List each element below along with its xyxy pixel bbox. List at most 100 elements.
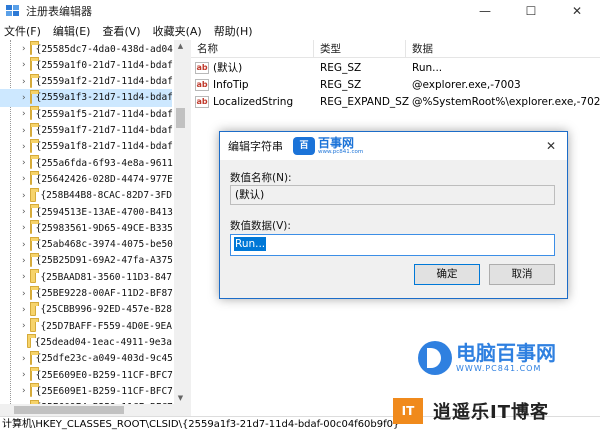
tree-item[interactable]: › {2559a1f5-21d7-11d4-bdaf — [0, 105, 173, 123]
expand-chevron-icon[interactable]: › — [22, 240, 26, 250]
value-row[interactable]: ab InfoTip REG_SZ @explorer.exe,-7003 — [191, 76, 600, 93]
menu-file[interactable]: 文件(F) — [4, 23, 41, 39]
value-data-selected-text[interactable]: Run... — [234, 237, 267, 251]
maximize-button[interactable]: ☐ — [508, 0, 554, 22]
folder-icon — [29, 73, 39, 88]
registry-editor-icon — [6, 5, 20, 17]
edit-string-dialog: 编辑字符串 百 百事网 www.pc841.com ✕ 数值名称(N): (默认… — [219, 131, 568, 299]
tree-item[interactable]: › {258B44B8-8CAC-82D7-3FD — [0, 187, 172, 205]
scroll-down-icon[interactable]: ▼ — [174, 392, 187, 404]
watermark-it-icon: IT — [393, 398, 423, 424]
tree-vertical-scrollbar[interactable]: ▲ ▼ — [174, 40, 187, 404]
expand-chevron-icon[interactable]: › — [22, 370, 26, 380]
tree-scroll-thumb[interactable] — [176, 108, 185, 128]
tree-hscroll-thumb[interactable] — [14, 406, 124, 414]
column-header-data[interactable]: 数据 — [406, 40, 600, 57]
title-bar: 注册表编辑器 — ☐ ✕ — [0, 0, 600, 22]
expand-chevron-icon[interactable]: › — [22, 272, 26, 282]
tree-horizontal-scrollbar[interactable] — [0, 404, 187, 416]
watermark-url: WWW.PC841.COM — [456, 364, 542, 373]
tree-item-label: {25983561-9D65-49CE-B335 — [35, 222, 173, 234]
folder-icon — [29, 301, 39, 316]
string-value-icon: ab — [195, 78, 209, 91]
expand-chevron-icon[interactable]: › — [22, 93, 26, 103]
tree-item[interactable]: › {25585dc7-4da0-438d-ad04 — [0, 40, 173, 58]
tree-item[interactable]: › {25E609E0-B259-11CF-BFC7 — [0, 366, 173, 384]
watermark-pc841: 电脑百事网 WWW.PC841.COM — [418, 341, 556, 375]
ok-button[interactable]: 确定 — [414, 264, 480, 285]
dialog-title-bar: 编辑字符串 百 百事网 www.pc841.com ✕ — [220, 132, 567, 160]
value-name-cell: ab InfoTip — [191, 78, 314, 91]
tree-item[interactable]: › {2559a1f2-21d7-11d4-bdaf — [0, 73, 173, 91]
tree-item[interactable]: › {25983561-9D65-49CE-B335 — [0, 219, 173, 237]
tree-item[interactable]: › {25B25D91-69A2-47fa-A375 — [0, 252, 173, 270]
dialog-close-button[interactable]: ✕ — [543, 138, 559, 154]
tree-item[interactable]: › {2559a1f3-21d7-11d4-bdaf — [0, 88, 173, 107]
expand-chevron-icon[interactable]: › — [22, 256, 26, 266]
expand-chevron-icon[interactable]: › — [22, 305, 26, 315]
folder-icon — [29, 269, 39, 284]
menu-help[interactable]: 帮助(H) — [214, 23, 253, 39]
tree-item[interactable]: › {25D7BAFF-F559-4D0E-9EA — [0, 317, 172, 335]
tree-item[interactable]: › {25CBB996-92ED-457e-B28 — [0, 301, 172, 319]
expand-chevron-icon[interactable]: › — [22, 321, 26, 331]
menu-favorites[interactable]: 收藏夹(A) — [153, 23, 202, 39]
tree-item[interactable]: › {25E609E1-B259-11CF-BFC7 — [0, 382, 173, 400]
expand-chevron-icon[interactable]: › — [22, 174, 26, 184]
value-name-cell: ab LocalizedString — [191, 95, 314, 108]
expand-chevron-icon[interactable]: › — [22, 289, 26, 299]
tree-item-label: {2559a1f5-21d7-11d4-bdaf — [35, 108, 173, 120]
expand-chevron-icon[interactable]: › — [22, 44, 26, 54]
string-value-icon: ab — [195, 61, 209, 74]
tree-item-label: {2559a1f2-21d7-11d4-bdaf — [35, 76, 173, 88]
key-tree[interactable]: › {25585dc7-4da0-438d-ad04 › {2559a1f0-21d7… — [0, 40, 187, 404]
folder-icon — [29, 41, 39, 55]
menu-edit[interactable]: 编辑(E) — [53, 23, 91, 39]
expand-chevron-icon[interactable]: › — [22, 60, 26, 70]
dialog-title: 编辑字符串 — [228, 140, 283, 153]
tree-item[interactable]: › {2559a1f8-21d7-11d4-bdaf — [0, 138, 173, 156]
tree-item-label: {25ab468c-3974-4075-be50 — [35, 239, 173, 251]
tree-item[interactable]: › {25BAAD81-3560-11D3-847 — [0, 268, 172, 286]
tree-item[interactable]: › {25BE9228-00AF-11D2-BF87 — [0, 285, 173, 303]
tree-item[interactable]: › {2559a1f0-21d7-11d4-bdaf — [0, 56, 173, 74]
scroll-up-icon[interactable]: ▲ — [174, 40, 187, 52]
value-data-input[interactable]: Run... — [230, 234, 555, 256]
expand-chevron-icon[interactable]: › — [22, 109, 26, 119]
expand-chevron-icon[interactable]: › — [22, 158, 26, 168]
expand-chevron-icon[interactable]: › — [22, 354, 26, 364]
folder-icon — [29, 383, 39, 398]
value-row[interactable]: ab (默认) REG_SZ Run... — [191, 59, 600, 76]
tree-item[interactable]: › {2559a1f7-21d7-11d4-bdaf — [0, 122, 173, 140]
tree-item[interactable]: › {2594513E-13AE-4700-B413 — [0, 203, 173, 221]
tree-item[interactable]: › {25dfe23c-a049-403d-9c45- — [0, 350, 179, 368]
value-data-cell: @%SystemRoot%\explorer.exe,-7023 — [412, 95, 600, 108]
cancel-button[interactable]: 取消 — [489, 264, 555, 285]
watermark-blog-text: 逍遥乐IT博客 — [433, 402, 549, 423]
menu-bar: 文件(F) 编辑(E) 查看(V) 收藏夹(A) 帮助(H) — [0, 22, 600, 39]
close-window-button[interactable]: ✕ — [554, 0, 600, 22]
string-value-icon: ab — [195, 95, 209, 108]
tree-item[interactable]: {25dead04-1eac-4911-9e3a — [0, 333, 172, 351]
expand-chevron-icon[interactable]: › — [22, 77, 26, 87]
menu-view[interactable]: 查看(V) — [102, 23, 140, 39]
expand-chevron-icon[interactable]: › — [22, 142, 26, 152]
value-data-cell: Run... — [412, 61, 443, 74]
expand-chevron-icon[interactable]: › — [22, 126, 26, 136]
value-row[interactable]: ab LocalizedString REG_EXPAND_SZ @%SystemRo… — [191, 93, 600, 110]
folder-icon — [29, 187, 39, 202]
watermark-blog: IT 逍遥乐IT博客 — [393, 398, 549, 424]
folder-icon — [29, 220, 39, 235]
column-header-type[interactable]: 类型 — [314, 40, 406, 57]
expand-chevron-icon[interactable]: › — [22, 386, 26, 396]
folder-icon — [29, 367, 39, 381]
tree-item[interactable]: › {25ab468c-3974-4075-be50 — [0, 236, 173, 254]
tree-item-label: {25B25D91-69A2-47fa-A375 — [35, 255, 173, 267]
expand-chevron-icon[interactable]: › — [22, 191, 26, 201]
tree-item[interactable]: › {25642426-028D-4474-977E — [0, 170, 173, 188]
minimize-button[interactable]: — — [462, 0, 508, 22]
tree-item[interactable]: › {255a6fda-6f93-4e8a-9611- — [0, 154, 179, 172]
column-header-name[interactable]: 名称 — [191, 40, 314, 57]
expand-chevron-icon[interactable]: › — [22, 223, 26, 233]
expand-chevron-icon[interactable]: › — [22, 207, 26, 217]
